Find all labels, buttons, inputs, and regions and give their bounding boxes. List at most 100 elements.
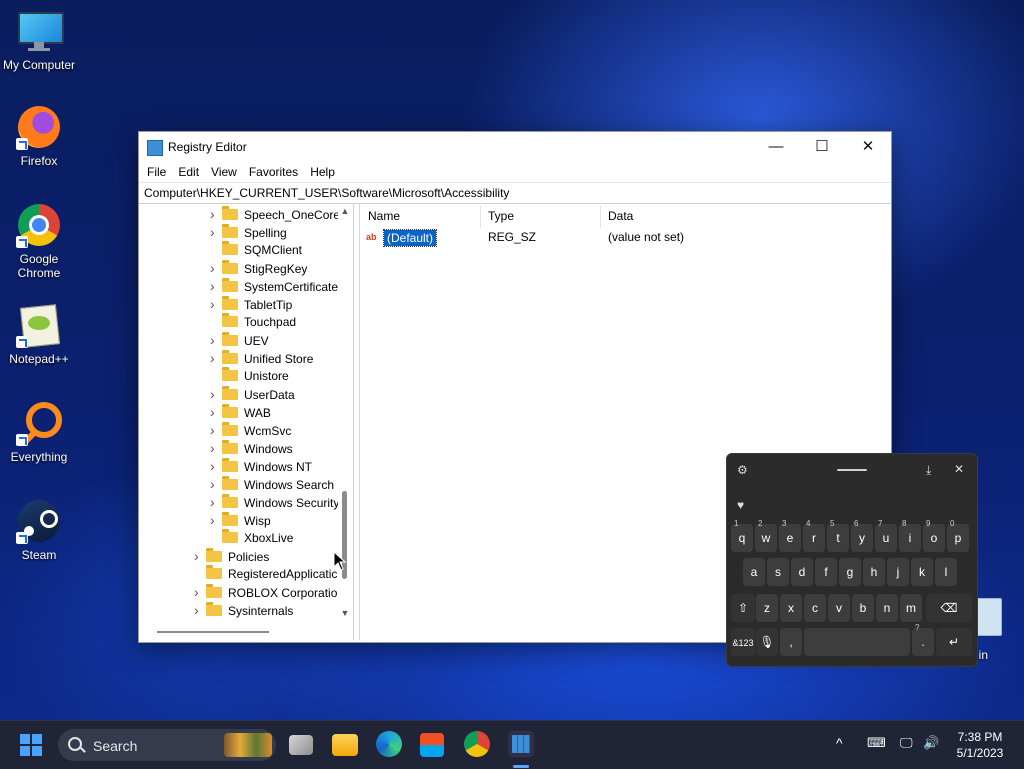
key-f[interactable]: f [815, 558, 837, 586]
tree-item[interactable]: Unistore [210, 367, 289, 385]
taskbar-search-box[interactable]: Search [58, 729, 276, 761]
column-separator[interactable] [480, 206, 481, 228]
volume-icon[interactable]: 🔊 [923, 735, 939, 751]
key-z[interactable]: z [756, 594, 778, 622]
key-g[interactable]: g [839, 558, 861, 586]
menu-help[interactable]: Help [304, 162, 341, 182]
tree-item[interactable]: › Windows Security [210, 493, 339, 511]
tree-item[interactable]: › ROBLOX Corporation [194, 583, 344, 601]
tree-item[interactable]: › Sysinternals [194, 601, 293, 619]
desktop-icon-firefox[interactable]: Firefox [0, 104, 78, 168]
key-b[interactable]: b [852, 594, 874, 622]
space-key[interactable] [804, 628, 910, 656]
menu-view[interactable]: View [205, 162, 243, 182]
key-y[interactable]: y6 [851, 519, 873, 552]
tree-item[interactable]: › UEV [210, 331, 269, 349]
chevron-right-icon[interactable]: › [210, 421, 222, 439]
shift-key[interactable]: ⇧ [731, 594, 755, 622]
menu-favorites[interactable]: Favorites [243, 162, 304, 182]
show-hidden-icons-button[interactable]: ^ [836, 735, 843, 751]
title-bar[interactable]: Registry Editor — ☐ ✕ [139, 132, 891, 162]
chevron-right-icon[interactable]: › [194, 583, 206, 601]
key-period[interactable]: .? [912, 623, 934, 656]
key-q[interactable]: q1 [731, 519, 753, 552]
chevron-right-icon[interactable]: › [210, 457, 222, 475]
keyboard-top-bar[interactable]: ⚙ ⤓ ✕ [727, 454, 977, 486]
maximize-button[interactable]: ☐ [799, 132, 845, 162]
key-p[interactable]: p0 [947, 519, 969, 552]
microphone-key[interactable]: 🎙 [756, 628, 778, 656]
column-header-name[interactable]: Name [368, 209, 400, 223]
menu-edit[interactable]: Edit [172, 162, 205, 182]
key-h[interactable]: h [863, 558, 885, 586]
key-a[interactable]: a [743, 558, 765, 586]
column-header-type[interactable]: Type [488, 209, 514, 223]
emoji-clipboard-icon[interactable]: ♥ [737, 498, 744, 512]
chevron-right-icon[interactable]: › [210, 259, 222, 277]
tree-item[interactable]: › TabletTip [210, 295, 292, 313]
key-s[interactable]: s [767, 558, 789, 586]
tree-item[interactable]: Touchpad [210, 313, 296, 331]
column-separator[interactable] [600, 206, 601, 228]
tree-item[interactable]: › SystemCertificate [210, 277, 338, 295]
address-bar[interactable]: Computer\HKEY_CURRENT_USER\Software\Micr… [139, 182, 891, 204]
desktop-icon-everything[interactable]: Everything [0, 400, 78, 464]
tree-item[interactable]: › Wisp [210, 511, 271, 529]
tree-item[interactable]: › Windows [210, 439, 293, 457]
chevron-right-icon[interactable]: › [210, 385, 222, 403]
minimize-button[interactable]: — [753, 132, 799, 162]
chevron-right-icon[interactable]: › [210, 403, 222, 421]
key-m[interactable]: m [900, 594, 922, 622]
tree-item[interactable]: XboxLive [210, 529, 293, 547]
key-l[interactable]: l [935, 558, 957, 586]
column-header-data[interactable]: Data [608, 209, 633, 223]
keyboard-icon[interactable]: ⌨ [867, 735, 886, 751]
gear-icon[interactable]: ⚙ [737, 463, 748, 477]
close-button[interactable]: ✕ [845, 132, 891, 162]
close-icon[interactable]: ✕ [954, 462, 964, 476]
desktop-icon-notepadpp[interactable]: Notepad++ [0, 302, 78, 366]
file-explorer-icon[interactable] [332, 734, 358, 756]
tree-item[interactable]: › WAB [210, 403, 271, 421]
key-u[interactable]: u7 [875, 519, 897, 552]
key-t[interactable]: t5 [827, 519, 849, 552]
key-r[interactable]: r4 [803, 519, 825, 552]
key-o[interactable]: o9 [923, 519, 945, 552]
tree-item[interactable]: › WcmSvc [210, 421, 291, 439]
scroll-down-arrow-icon[interactable]: ▼ [339, 608, 351, 618]
key-j[interactable]: j [887, 558, 909, 586]
chevron-right-icon[interactable]: › [210, 295, 222, 313]
task-view-icon[interactable] [289, 735, 313, 755]
tree-item[interactable]: › Windows Search [210, 475, 334, 493]
key-i[interactable]: i8 [899, 519, 921, 552]
chevron-right-icon[interactable]: › [210, 205, 222, 223]
key-d[interactable]: d [791, 558, 813, 586]
enter-key[interactable]: ↵ [936, 628, 972, 656]
scrollbar-thumb[interactable] [157, 631, 269, 633]
scroll-up-arrow-icon[interactable]: ▲ [339, 206, 351, 216]
edge-icon[interactable] [376, 731, 402, 757]
tree-item[interactable]: › Unified Store [210, 349, 313, 367]
tree-item[interactable]: › Policies [194, 547, 269, 565]
chevron-right-icon[interactable]: › [194, 547, 206, 565]
tree-item[interactable]: › Speech_OneCore [210, 205, 340, 223]
key-x[interactable]: x [780, 594, 802, 622]
desktop-icon-my-computer[interactable]: My Computer [0, 8, 78, 72]
dock-keyboard-icon[interactable]: ⤓ [926, 463, 931, 478]
chevron-right-icon[interactable]: › [210, 439, 222, 457]
network-icon[interactable]: 🖵 [900, 735, 913, 751]
tree-item[interactable]: RegisteredApplicatic [194, 565, 337, 583]
value-name[interactable]: (Default) [382, 229, 438, 247]
registry-editor-taskbar-icon[interactable] [508, 731, 534, 757]
key-n[interactable]: n [876, 594, 898, 622]
key-k[interactable]: k [911, 558, 933, 586]
drag-handle[interactable] [837, 469, 867, 471]
key-c[interactable]: c [804, 594, 826, 622]
key-w[interactable]: w2 [755, 519, 777, 552]
symbols-key[interactable]: &123 [731, 628, 755, 656]
desktop-icon-chrome[interactable]: Google Chrome [0, 202, 78, 280]
tree-item[interactable]: › Spelling [210, 223, 287, 241]
start-button[interactable] [20, 734, 42, 756]
key-v[interactable]: v [828, 594, 850, 622]
microsoft-store-icon[interactable] [420, 733, 444, 757]
